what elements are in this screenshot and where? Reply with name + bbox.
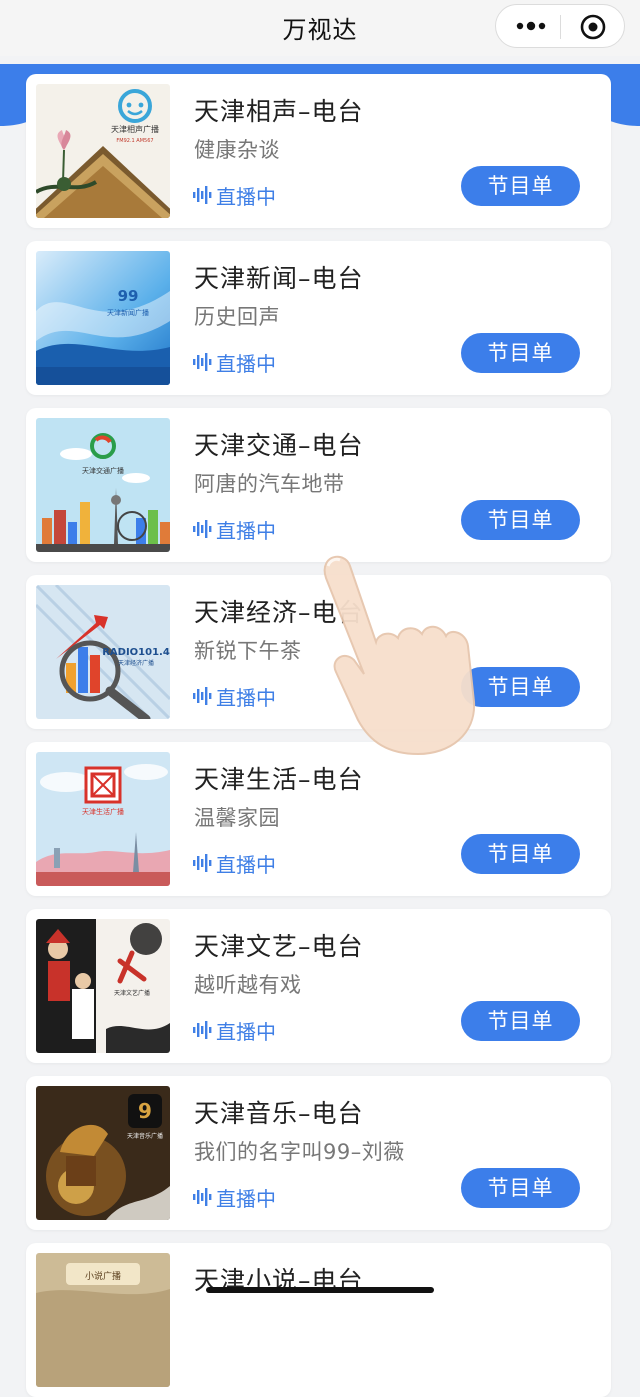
mini-program-capsule <box>495 4 625 48</box>
close-mini-program-icon[interactable] <box>580 14 606 40</box>
schedule-button[interactable]: 节目单 <box>461 834 580 874</box>
sound-wave-icon <box>193 687 212 705</box>
station-card[interactable]: 天津文艺广播 天津文艺–电台 越听越有戏 直播中 节目单 <box>26 909 611 1063</box>
tap-hand-icon <box>323 555 476 756</box>
station-card[interactable]: 小说广播 天津小说–电台 <box>26 1243 611 1397</box>
program-name: 阿唐的汽车地带 <box>194 472 345 496</box>
program-name: 温馨家园 <box>194 806 280 830</box>
program-name: 我们的名字叫99–刘薇 <box>194 1140 405 1164</box>
logo-text: 小说广播 <box>85 1270 121 1282</box>
logo-text: 天津文艺广播 <box>114 989 150 997</box>
live-indicator: 直播中 <box>193 516 276 543</box>
live-indicator: 直播中 <box>193 182 276 209</box>
live-indicator: 直播中 <box>193 1017 276 1044</box>
capsule-divider <box>560 15 561 39</box>
sound-wave-icon <box>193 1188 212 1206</box>
schedule-button[interactable]: 节目单 <box>461 166 580 206</box>
station-name: 天津新闻–电台 <box>194 264 364 293</box>
logo-text: 天津生活广播 <box>82 807 124 816</box>
station-name: 天津相声–电台 <box>194 97 364 126</box>
logo-text: RADIO101.4 <box>102 647 170 658</box>
schedule-button[interactable]: 节目单 <box>461 1168 580 1208</box>
station-card[interactable]: 天津交通广播 天津交通–电台 阿唐的汽车地带 直播中 节目单 <box>26 408 611 562</box>
station-thumbnail: 天津交通广播 <box>36 418 170 552</box>
station-thumbnail: 小说广播 <box>36 1253 170 1387</box>
station-name: 天津音乐–电台 <box>194 1099 364 1128</box>
live-indicator: 直播中 <box>193 850 276 877</box>
station-thumbnail: 天津文艺广播 <box>36 919 170 1053</box>
live-label: 直播中 <box>216 852 276 877</box>
station-card[interactable]: 天津生活广播 天津生活–电台 温馨家园 直播中 节目单 <box>26 742 611 896</box>
logo-text: 天津音乐广播 <box>127 1132 163 1140</box>
logo-text: FM92.1 AM567 <box>116 138 153 144</box>
logo-text: 天津新闻广播 <box>107 308 149 317</box>
station-name: 天津文艺–电台 <box>194 932 364 961</box>
station-thumbnail: RADIO101.4 天津经济广播 <box>36 585 170 719</box>
sound-wave-icon <box>193 353 212 371</box>
sound-wave-icon <box>193 520 212 538</box>
station-name: 天津交通–电台 <box>194 431 364 460</box>
program-name: 历史回声 <box>194 305 280 329</box>
program-name: 健康杂谈 <box>194 138 280 162</box>
station-card[interactable]: 天津相声广播 FM92.1 AM567 天津相声–电台 健康杂谈 直播中 节目单 <box>26 74 611 228</box>
program-name: 越听越有戏 <box>194 973 302 997</box>
program-name: 新锐下午茶 <box>194 639 302 663</box>
live-indicator: 直播中 <box>193 1184 276 1211</box>
svg-text:9: 9 <box>138 1099 152 1123</box>
sound-wave-icon <box>193 1021 212 1039</box>
logo-text: 天津相声广播 <box>111 124 159 134</box>
live-indicator: 直播中 <box>193 683 276 710</box>
live-label: 直播中 <box>216 685 276 710</box>
live-label: 直播中 <box>216 351 276 376</box>
sound-wave-icon <box>193 186 212 204</box>
live-label: 直播中 <box>216 518 276 543</box>
station-thumbnail: 9 天津音乐广播 <box>36 1086 170 1220</box>
live-indicator: 直播中 <box>193 349 276 376</box>
station-thumbnail: 天津相声广播 FM92.1 AM567 <box>36 84 170 218</box>
station-thumbnail: 99 天津新闻广播 <box>36 251 170 385</box>
schedule-button[interactable]: 节目单 <box>461 1001 580 1041</box>
live-label: 直播中 <box>216 1186 276 1211</box>
svg-text:99: 99 <box>118 287 139 305</box>
navigation-bar: 万视达 <box>0 0 640 56</box>
live-label: 直播中 <box>216 184 276 209</box>
home-indicator <box>206 1287 434 1293</box>
schedule-button[interactable]: 节目单 <box>461 667 580 707</box>
station-thumbnail: 天津生活广播 <box>36 752 170 886</box>
schedule-button[interactable]: 节目单 <box>461 500 580 540</box>
live-label: 直播中 <box>216 1019 276 1044</box>
station-card[interactable]: 99 天津新闻广播 天津新闻–电台 历史回声 直播中 节目单 <box>26 241 611 395</box>
station-card[interactable]: 9 天津音乐广播 天津音乐–电台 我们的名字叫99–刘薇 直播中 节目单 <box>26 1076 611 1230</box>
more-icon[interactable] <box>514 15 548 37</box>
logo-text: 天津交通广播 <box>82 466 124 475</box>
sound-wave-icon <box>193 854 212 872</box>
schedule-button[interactable]: 节目单 <box>461 333 580 373</box>
station-name: 天津生活–电台 <box>194 765 364 794</box>
logo-text: 天津经济广播 <box>118 659 154 667</box>
